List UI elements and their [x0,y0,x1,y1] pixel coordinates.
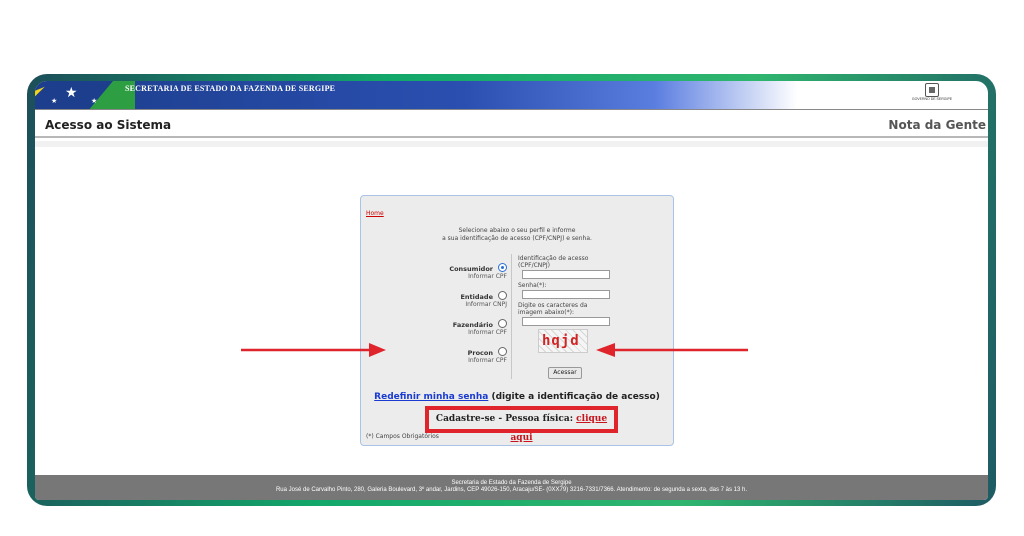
star-icon: ★ [91,98,98,105]
footer-line: Secretaria de Estado da Fazenda de Sergi… [451,480,572,486]
form-divider [511,254,512,379]
reset-password-row: Redefinir minha senha (digite a identifi… [361,392,673,402]
password-input[interactable] [522,290,610,299]
profile-name: Entidade [460,293,493,301]
star-icon: ★ [51,98,58,105]
captcha-noise [539,330,587,352]
profile-radio[interactable] [498,347,507,356]
browser-screen: ★ ★ ★ SECRETARIA DE ESTADO DA FAZENDA DE… [35,81,988,500]
profile-name: Fazendário [452,321,493,329]
required-fields-note: (*) Campos Obrigatórios [366,433,439,440]
id-input[interactable] [522,270,610,279]
home-link[interactable]: Home [366,210,384,217]
captcha-input[interactable] [522,317,610,326]
right-arrow-icon [241,343,386,357]
id-label: Identificação de acesso [518,255,589,262]
profile-radio[interactable] [498,263,507,272]
password-label: Senha(*): [518,282,547,289]
secretaria-title: SECRETARIA DE ESTADO DA FAZENDA DE SERGI… [125,84,336,93]
top-banner: ★ ★ ★ SECRETARIA DE ESTADO DA FAZENDA DE… [35,81,988,109]
device-frame: ★ ★ ★ SECRETARIA DE ESTADO DA FAZENDA DE… [27,74,996,506]
profile-radio[interactable] [498,291,507,300]
government-logo: GOVERNO DE SERGIPE [900,83,964,107]
footer-address: Rua José de Carvalho Pinto, 280, Galeria… [275,487,748,493]
profile-selector: Consumidor Informar CPF Entidade Informa… [431,259,507,371]
coat-of-arms-icon [925,83,939,97]
profile-fazendario[interactable]: Fazendário Informar CPF [431,315,507,343]
id-label-sub: (CPF/CNPJ) [518,262,551,269]
profile-entidade[interactable]: Entidade Informar CNPJ [431,287,507,315]
reset-password-hint: (digite a identificação de acesso) [488,392,660,402]
left-arrow-icon [596,343,748,357]
intro-line: a sua identificação de acesso (CPF/CNPJ)… [442,235,592,242]
star-icon: ★ [65,84,78,100]
profile-procon[interactable]: Procon Informar CPF [431,343,507,371]
profile-name: Procon [467,349,493,357]
profile-hint: Informar CNPJ [465,301,507,308]
captcha-label: Digite os caracteres da [518,302,588,309]
login-panel: Home Selecione abaixo o seu perfil e inf… [360,195,674,446]
page-header: Acesso ao Sistema Nota da Gente [35,110,988,135]
brand-title: Nota da Gente [888,118,986,132]
page-title: Acesso ao Sistema [45,118,172,132]
reset-password-link[interactable]: Redefinir minha senha [374,392,488,402]
profile-hint: Informar CPF [468,357,507,364]
captcha-image: hqjd [538,329,588,353]
divider [35,136,988,138]
page-footer: Secretaria de Estado da Fazenda de Sergi… [35,475,988,500]
login-instructions: Selecione abaixo o seu perfil e informe … [361,227,673,243]
profile-radio[interactable] [498,319,507,328]
register-highlight-box: Cadastre-se - Pessoa física: clique aqui [425,406,618,443]
credentials-form: Identificação de acesso (CPF/CNPJ) Senha… [518,255,628,353]
captcha-label-sub: imagem abaixo(*): [518,309,575,316]
profile-hint: Informar CPF [468,329,507,336]
submit-button[interactable]: Acessar [548,367,582,379]
profile-consumidor[interactable]: Consumidor Informar CPF [431,259,507,287]
gov-logo-text: GOVERNO DE SERGIPE [911,97,953,101]
intro-line: Selecione abaixo o seu perfil e informe [458,227,576,234]
profile-name: Consumidor [449,265,493,273]
profile-hint: Informar CPF [468,273,507,280]
divider-shade [35,141,988,147]
register-text: Cadastre-se - Pessoa física: [435,414,577,424]
